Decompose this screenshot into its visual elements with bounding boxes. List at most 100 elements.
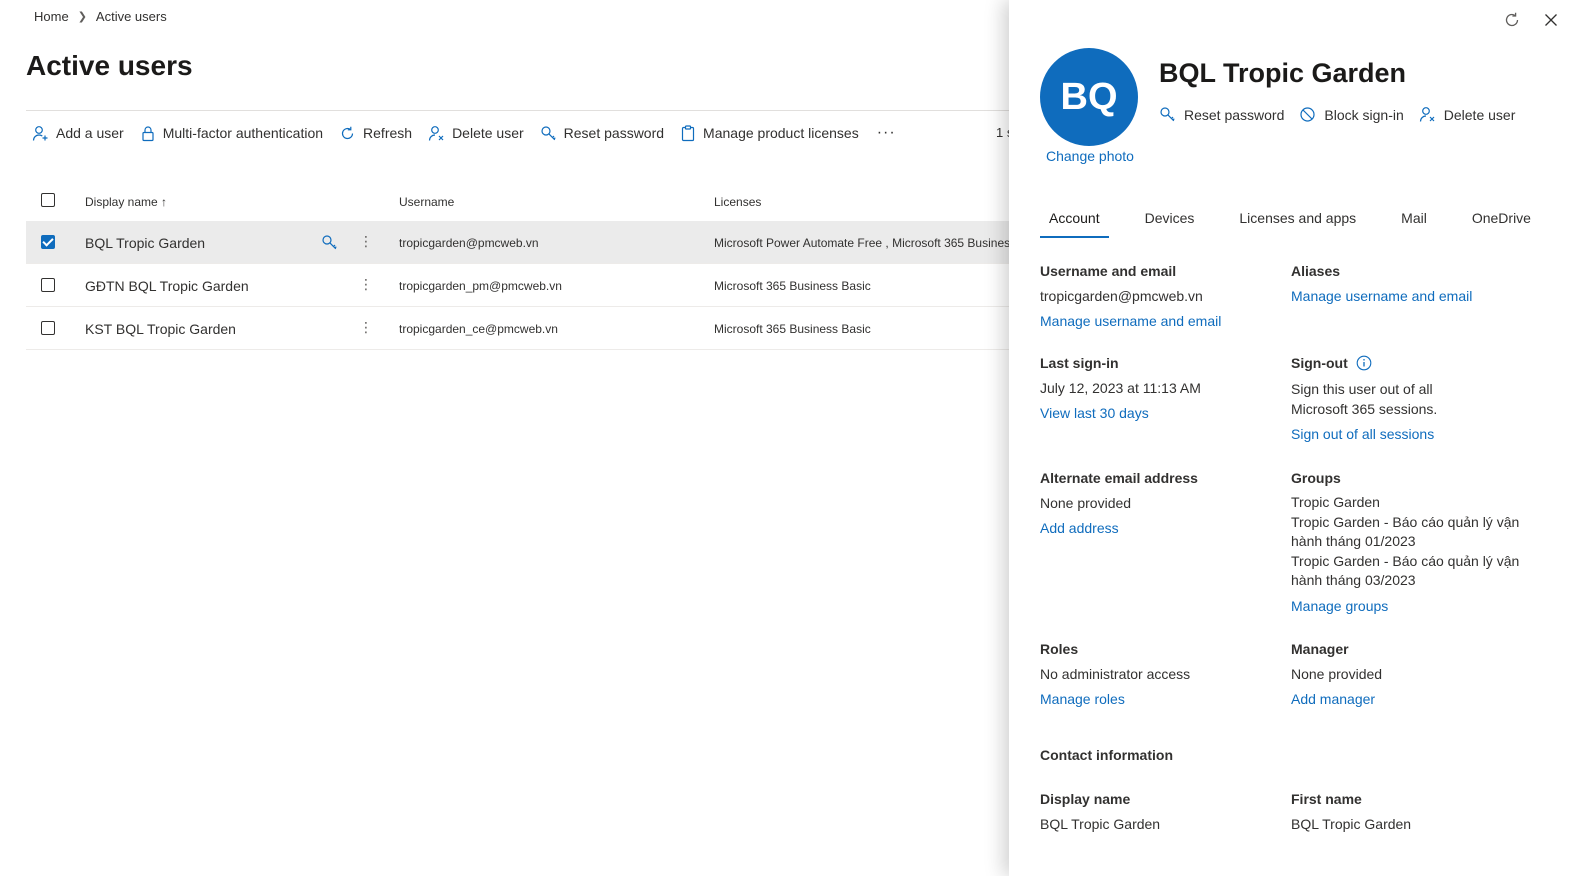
- more-vertical-icon[interactable]: ⋮: [359, 276, 373, 293]
- manage-roles-link[interactable]: Manage roles: [1040, 689, 1280, 709]
- groups-label: Groups: [1291, 470, 1341, 486]
- refresh-button[interactable]: Refresh: [339, 125, 412, 142]
- refresh-icon: [341, 126, 354, 139]
- view-last-30-days-link[interactable]: View last 30 days: [1040, 403, 1280, 423]
- panel-reset-password-label: Reset password: [1184, 106, 1285, 123]
- refresh-icon[interactable]: [1503, 11, 1521, 34]
- change-photo-link[interactable]: Change photo: [1046, 148, 1134, 164]
- panel-tabs: Account Devices Licenses and apps Mail O…: [1040, 210, 1567, 238]
- panel-reset-password-button[interactable]: Reset password: [1159, 106, 1284, 123]
- row-checkbox[interactable]: [41, 321, 55, 335]
- group-item: Tropic Garden - Báo cáo quản lý vận: [1291, 552, 1520, 569]
- manager-section: Manager None provided Add manager: [1291, 639, 1531, 709]
- display-name-section: Display name BQL Tropic Garden: [1040, 789, 1280, 834]
- mfa-label: Multi-factor authentication: [162, 125, 324, 141]
- row-display-name[interactable]: KST BQL Tropic Garden: [85, 321, 236, 337]
- signout-label: Sign-out: [1291, 355, 1348, 371]
- select-all-checkbox[interactable]: [41, 193, 55, 207]
- panel-delete-user-button[interactable]: Delete user: [1419, 106, 1515, 123]
- user-name-title: BQL Tropic Garden: [1159, 58, 1407, 88]
- add-user-button[interactable]: Add a user: [32, 125, 124, 142]
- tab-onedrive[interactable]: OneDrive: [1463, 210, 1540, 238]
- row-licenses: Microsoft Power Automate Free , Microsof…: [714, 236, 1016, 250]
- add-user-label: Add a user: [56, 125, 124, 141]
- table-row[interactable]: BQL Tropic Garden ⋮ tropicgarden@pmcweb.…: [26, 221, 1016, 264]
- tab-devices[interactable]: Devices: [1136, 210, 1204, 238]
- column-licenses[interactable]: Licenses: [714, 195, 761, 209]
- block-signin-button[interactable]: Block sign-in: [1299, 106, 1404, 123]
- reset-password-label: Reset password: [563, 125, 665, 141]
- table-row[interactable]: GĐTN BQL Tropic Garden ⋮ tropicgarden_pm…: [26, 264, 1016, 307]
- roles-value: No administrator access: [1040, 666, 1191, 682]
- manage-licenses-label: Manage product licenses: [703, 125, 859, 141]
- contact-information-heading: Contact information: [1040, 747, 1173, 763]
- signout-label-row: Sign-out: [1291, 353, 1531, 373]
- row-licenses: Microsoft 365 Business Basic: [714, 279, 871, 293]
- last-signin-label: Last sign-in: [1040, 355, 1119, 371]
- manage-groups-link[interactable]: Manage groups: [1291, 596, 1541, 616]
- alternate-email-label: Alternate email address: [1040, 470, 1198, 486]
- remove-person-icon: [1419, 107, 1435, 122]
- first-name-value: BQL Tropic Garden: [1291, 816, 1412, 832]
- refresh-label: Refresh: [363, 125, 413, 141]
- row-username: tropicgarden_ce@pmcweb.vn: [399, 322, 558, 336]
- row-display-name[interactable]: BQL Tropic Garden: [85, 235, 205, 251]
- delete-user-button[interactable]: Delete user: [428, 125, 524, 142]
- block-icon: [1300, 107, 1315, 122]
- aliases-manage-link[interactable]: Manage username and email: [1291, 286, 1531, 306]
- roles-section: Roles No administrator access Manage rol…: [1040, 639, 1280, 709]
- reset-password-button[interactable]: Reset password: [540, 125, 664, 142]
- table-row[interactable]: KST BQL Tropic Garden ⋮ tropicgarden_ce@…: [26, 307, 1016, 350]
- tab-account[interactable]: Account: [1040, 210, 1109, 238]
- column-display-name[interactable]: Display name ↑: [85, 195, 167, 209]
- manage-username-link[interactable]: Manage username and email: [1040, 311, 1280, 331]
- delete-user-label: Delete user: [452, 125, 524, 141]
- breadcrumb: Home ❯ Active users: [34, 6, 167, 26]
- alternate-email-section: Alternate email address None provided Ad…: [1040, 468, 1280, 538]
- row-checkbox[interactable]: [41, 235, 55, 249]
- signout-description: Sign this user out of all Microsoft 365 …: [1291, 380, 1531, 419]
- mfa-button[interactable]: Multi-factor authentication: [140, 125, 323, 142]
- row-username: tropicgarden@pmcweb.vn: [399, 236, 539, 250]
- alternate-email-value: None provided: [1040, 495, 1132, 511]
- manage-licenses-button[interactable]: Manage product licenses: [680, 124, 859, 142]
- panel-actions: Reset password Block sign-in Delete user: [1159, 106, 1530, 123]
- group-item: Tropic Garden: [1291, 494, 1380, 510]
- groups-list: Tropic Garden Tropic Garden - Báo cáo qu…: [1291, 493, 1541, 591]
- row-display-name[interactable]: GĐTN BQL Tropic Garden: [85, 278, 249, 294]
- aliases-section: Aliases Manage username and email: [1291, 261, 1531, 306]
- group-item: hành tháng 01/2023: [1291, 533, 1416, 549]
- add-manager-link[interactable]: Add manager: [1291, 689, 1531, 709]
- username-email-value: tropicgarden@pmcweb.vn: [1040, 288, 1203, 304]
- signout-line-2: Microsoft 365 sessions.: [1291, 400, 1438, 417]
- row-checkbox[interactable]: [41, 278, 55, 292]
- table-header: Display name ↑ Username Licenses: [26, 181, 1016, 221]
- roles-label: Roles: [1040, 641, 1079, 657]
- lock-icon: [142, 125, 154, 141]
- tab-licenses-and-apps[interactable]: Licenses and apps: [1230, 210, 1365, 238]
- info-icon[interactable]: [1356, 355, 1372, 371]
- breadcrumb-home[interactable]: Home: [34, 9, 69, 24]
- row-username: tropicgarden_pm@pmcweb.vn: [399, 279, 562, 293]
- group-item: hành tháng 03/2023: [1291, 572, 1416, 588]
- divider: [26, 110, 1016, 111]
- add-address-link[interactable]: Add address: [1040, 518, 1280, 538]
- more-vertical-icon[interactable]: ⋮: [359, 319, 373, 336]
- more-options-icon[interactable]: ···: [877, 124, 896, 142]
- aliases-label: Aliases: [1291, 263, 1341, 279]
- signout-section: Sign-out Sign this user out of all Micro…: [1291, 353, 1531, 444]
- remove-person-icon: [428, 125, 444, 141]
- display-name-label: Display name: [1040, 791, 1131, 807]
- close-icon[interactable]: [1542, 11, 1560, 34]
- key-icon: [1160, 107, 1175, 122]
- username-email-section: Username and email tropicgarden@pmcweb.v…: [1040, 261, 1280, 331]
- display-name-value: BQL Tropic Garden: [1040, 816, 1161, 832]
- groups-section: Groups Tropic Garden Tropic Garden - Báo…: [1291, 468, 1541, 616]
- sign-out-all-sessions-link[interactable]: Sign out of all sessions: [1291, 424, 1531, 444]
- more-vertical-icon[interactable]: ⋮: [359, 233, 373, 250]
- column-username[interactable]: Username: [399, 195, 454, 209]
- first-name-section: First name BQL Tropic Garden: [1291, 789, 1531, 834]
- reset-password-icon[interactable]: [321, 234, 338, 254]
- tab-mail[interactable]: Mail: [1392, 210, 1436, 238]
- clipboard-icon: [681, 124, 695, 141]
